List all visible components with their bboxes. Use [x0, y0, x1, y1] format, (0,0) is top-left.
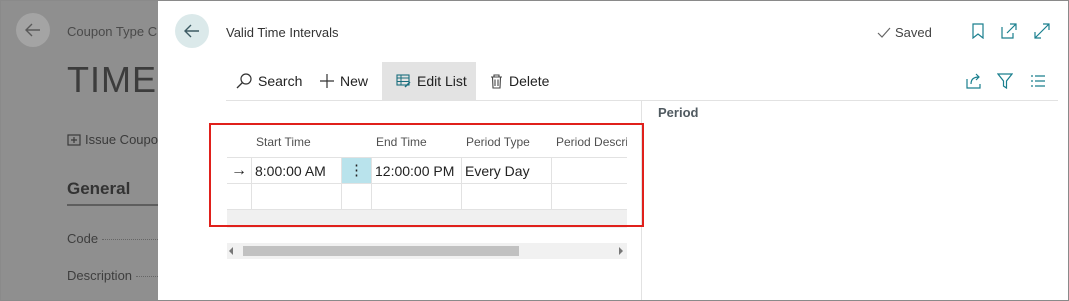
checkmark-icon [877, 27, 891, 38]
saved-status: Saved [877, 25, 932, 40]
current-row-arrow-icon: → [231, 162, 247, 179]
back-button[interactable] [175, 14, 209, 48]
cell-period-description[interactable] [551, 158, 627, 184]
column-header-end-time[interactable]: End Time [376, 135, 456, 149]
background-field-description: Description [67, 268, 158, 283]
cell-end-time[interactable] [371, 184, 461, 210]
cell-end-time[interactable]: 12:00:00 PM [371, 158, 461, 184]
valid-time-intervals-dialog: Valid Time Intervals Saved Search New Ed… [158, 1, 1068, 300]
background-back-button [16, 13, 50, 47]
cell-start-time[interactable] [251, 184, 341, 210]
edit-list-button[interactable]: Edit List [382, 62, 476, 100]
new-label: New [340, 73, 369, 89]
scroll-left-arrow-icon[interactable] [229, 247, 233, 255]
field-label: Description [67, 268, 133, 283]
background-field-code: Code [67, 231, 158, 246]
cell-period-type[interactable]: Every Day [461, 158, 551, 184]
new-button[interactable]: New [312, 62, 376, 100]
bookmark-icon[interactable] [970, 23, 986, 39]
column-header-period-type[interactable]: Period Type [466, 135, 546, 149]
trash-icon [491, 73, 502, 89]
factbox-title: Period [658, 105, 699, 120]
search-icon [236, 73, 252, 89]
expand-icon[interactable] [1034, 23, 1050, 39]
open-new-window-icon[interactable] [1001, 23, 1017, 39]
grid-header: Start Time End Time Period Type Period D… [227, 125, 627, 157]
cell-row-menu-empty [341, 184, 371, 210]
cell-start-time[interactable]: 8:00:00 AM [251, 158, 341, 184]
background-issue-coupon-action: Issue Coupo [67, 132, 158, 147]
horizontal-scrollbar[interactable] [227, 243, 627, 259]
window-frame: Coupon Type C TIME Issue Coupo General C… [0, 0, 1069, 301]
table-row[interactable]: → 8:00:00 AM ⋮ 12:00:00 PM Every Day [227, 157, 627, 184]
table-row[interactable] [227, 183, 627, 210]
cell-period-type[interactable] [461, 184, 551, 210]
edit-list-label: Edit List [417, 73, 467, 89]
dialog-title: Valid Time Intervals [226, 25, 339, 40]
scrollbar-thumb[interactable] [243, 246, 519, 256]
plus-icon [320, 74, 334, 88]
saved-status-label: Saved [895, 25, 932, 40]
column-header-period-description[interactable]: Period Descrip [556, 135, 627, 149]
search-label: Search [258, 73, 303, 89]
list-view-icon[interactable] [1030, 73, 1046, 89]
field-label: Code [67, 231, 99, 246]
row-menu-button[interactable]: ⋮ [341, 158, 371, 184]
factbox-divider [641, 100, 642, 300]
edit-list-icon [396, 74, 411, 88]
cell-period-description[interactable] [551, 184, 627, 210]
share-icon[interactable] [966, 73, 982, 89]
section-underline [67, 204, 158, 206]
delete-label: Delete [509, 73, 550, 89]
action-bar: Search New Edit List Delete [226, 62, 1058, 101]
filter-icon[interactable] [997, 73, 1013, 89]
arrow-left-icon [184, 24, 199, 38]
delete-button[interactable]: Delete [482, 62, 557, 100]
background-page-title: TIME [67, 59, 157, 100]
coupon-icon [67, 133, 81, 146]
background-breadcrumb: Coupon Type C [67, 24, 158, 39]
arrow-left-icon [25, 23, 40, 37]
search-button[interactable]: Search [228, 62, 310, 100]
background-page: Coupon Type C TIME Issue Coupo General C… [1, 1, 158, 300]
background-section-title: General [67, 179, 131, 198]
grid-footer [227, 209, 627, 228]
scroll-right-arrow-icon[interactable] [619, 247, 623, 255]
background-action-label: Issue Coupo [85, 132, 158, 147]
column-header-start-time[interactable]: Start Time [256, 135, 346, 149]
